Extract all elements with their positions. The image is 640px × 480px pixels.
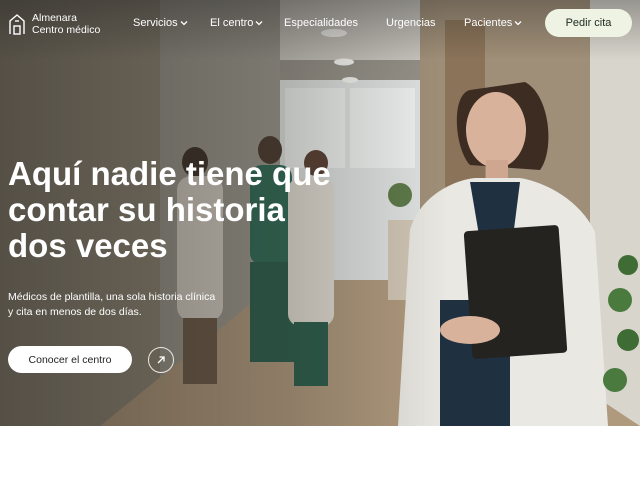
nav-especialidades-label: Especialidades (284, 17, 358, 29)
headline-line-1: Aquí nadie tiene que (8, 155, 331, 192)
nav-urgencias-label: Urgencias (386, 17, 436, 29)
subtitle-line-2: y cita en menos de dos días. (8, 306, 142, 318)
book-appointment-button[interactable]: Pedir cita (545, 9, 632, 37)
chevron-down-icon (255, 21, 263, 26)
headline-line-2: contar su historia (8, 191, 285, 228)
chevron-down-icon (514, 21, 522, 26)
nav-el-centro[interactable]: El centro (210, 17, 263, 29)
nav-servicios-label: Servicios (133, 17, 178, 29)
subtitle-line-1: Médicos de plantilla, una sola historia … (8, 291, 216, 303)
nav-servicios[interactable]: Servicios (133, 17, 188, 29)
discover-center-button[interactable]: Conocer el centro (8, 346, 132, 373)
hero-section: Almenara Centro médico Servicios El cent… (0, 0, 640, 426)
nav-especialidades[interactable]: Especialidades (284, 17, 358, 29)
chevron-down-icon (180, 21, 188, 26)
hero-subtitle: Médicos de plantilla, una sola historia … (8, 290, 248, 320)
nav-pacientes-label: Pacientes (464, 17, 513, 29)
hero-headline: Aquí nadie tiene que contar su historia … (8, 156, 388, 264)
arrow-up-right-icon (157, 356, 165, 364)
nav-pacientes[interactable]: Pacientes (464, 17, 522, 29)
main-nav: Servicios El centro Especialidades Urgen… (0, 17, 640, 31)
nav-urgencias[interactable]: Urgencias (386, 17, 436, 29)
headline-line-3: dos veces (8, 227, 168, 264)
arrow-button[interactable] (148, 347, 174, 373)
nav-el-centro-label: El centro (210, 17, 254, 29)
